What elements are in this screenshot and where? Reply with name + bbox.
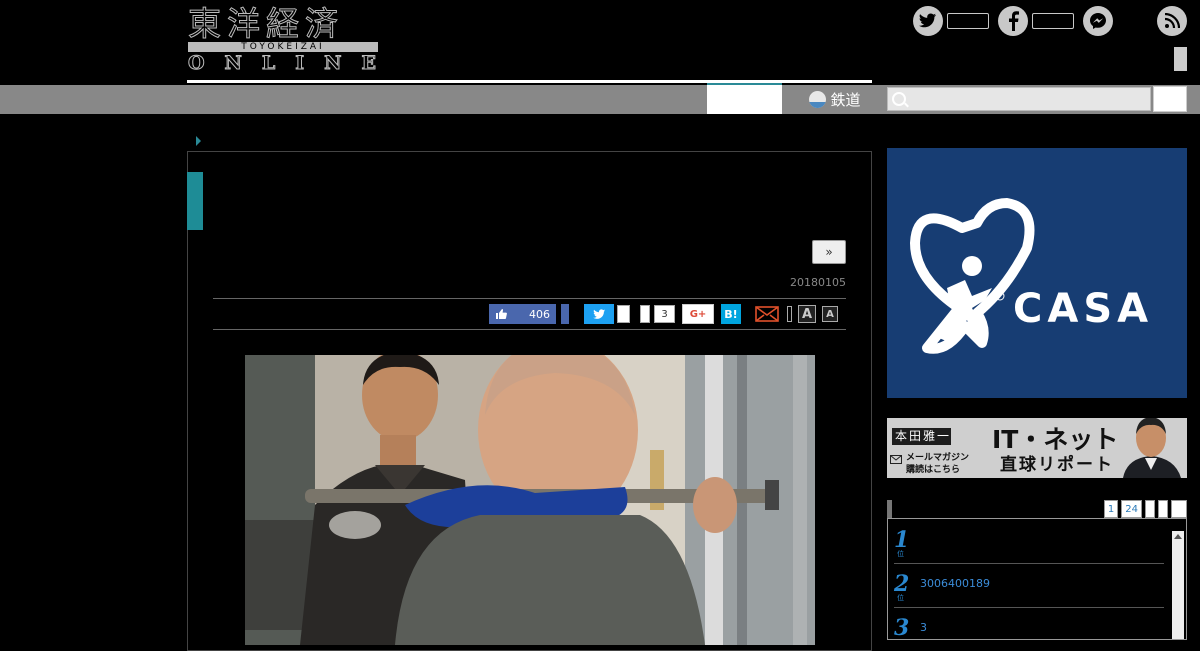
rank-number: 3 — [894, 615, 910, 641]
article-date: 20180105 — [790, 276, 846, 289]
ranking-tab-24[interactable]: 24 — [1121, 500, 1142, 518]
author-name: 本田雅一 — [892, 428, 951, 445]
menu-toggle[interactable] — [1174, 47, 1187, 71]
rank-number: 1 — [894, 527, 910, 553]
newsletter-sub-label: 購読はこちら — [906, 465, 961, 475]
site-logo[interactable]: 東洋経済 TOYOKEIZAI ONLINE — [188, 4, 397, 75]
line-share-count: 3 — [654, 305, 675, 323]
ranking-tab-1[interactable]: 1 — [1103, 500, 1119, 518]
line-share-button[interactable] — [640, 305, 650, 323]
ranking-item[interactable]: 1 位 — [894, 529, 1164, 564]
ranking-tab-4[interactable] — [1158, 500, 1168, 518]
rank-suffix: 位 — [897, 550, 904, 558]
ranking-item[interactable]: 2 位 3006400189 — [894, 573, 1164, 608]
ranking-list: 1 位 2 位 3006400189 3 3 — [887, 518, 1187, 640]
ranking-tab-3[interactable] — [1145, 500, 1155, 518]
logo-online: ONLINE — [188, 52, 397, 75]
facebook-count — [1032, 13, 1074, 29]
google-plus-share-button[interactable]: G+ — [682, 304, 714, 324]
rank-title: 3006400189 — [920, 577, 990, 590]
like-count: 406 — [529, 307, 550, 321]
thumbs-up-icon — [496, 309, 507, 319]
mail-share-button[interactable] — [755, 305, 779, 323]
logo-kanji: 東洋経済 — [188, 4, 344, 43]
facebook-icon[interactable] — [998, 6, 1028, 36]
nav-tab-railway[interactable]: 鉄道 — [783, 85, 887, 114]
column-subtitle: 直球リポート — [1000, 455, 1114, 475]
ranking-widget: 1 24 1 位 2 位 3006400189 3 3 — [887, 500, 1187, 640]
logo-romaji: TOYOKEIZAI — [188, 42, 378, 52]
rank-title: 3 — [920, 621, 927, 634]
ranking-scrollbar[interactable] — [1172, 531, 1184, 639]
mail-icon — [755, 306, 779, 322]
share-more-button[interactable] — [787, 306, 792, 322]
search-button[interactable] — [1153, 86, 1187, 112]
share-divider-top — [213, 298, 846, 299]
ranking-tab-5[interactable] — [1171, 500, 1187, 518]
casa-logo-icon — [910, 198, 1035, 354]
font-size-large-button[interactable]: A — [798, 305, 816, 323]
twitter-bird-icon — [592, 308, 605, 319]
ranking-accent — [887, 500, 892, 518]
casa-ad-banner[interactable]: CASA — [887, 148, 1187, 398]
twitter-share-button[interactable] — [584, 304, 614, 324]
messenger-icon[interactable] — [1083, 6, 1113, 36]
ranking-tabs: 1 24 — [1103, 500, 1187, 518]
twitter-share-count — [617, 305, 630, 323]
search-input[interactable] — [887, 87, 1151, 111]
article-photo — [245, 355, 815, 645]
breadcrumb-arrow-icon — [196, 136, 201, 146]
rank-number: 2 — [894, 571, 910, 597]
facebook-like-button[interactable]: 406 — [489, 304, 556, 324]
rss-icon[interactable] — [1157, 6, 1187, 36]
envelope-icon — [890, 455, 902, 464]
author-photo — [1123, 418, 1181, 478]
ranking-item[interactable]: 3 3 — [894, 617, 1164, 641]
share-divider-bottom — [213, 329, 846, 330]
rank-suffix: 位 — [897, 594, 904, 602]
nav-tab-active[interactable] — [707, 83, 782, 114]
twitter-icon[interactable] — [913, 6, 943, 36]
scroll-up-icon[interactable] — [1174, 534, 1182, 539]
search-icon — [892, 92, 906, 106]
newsletter-ad-banner[interactable]: 本田雅一 メールマガジン 購読はこちら IT・ネット 直球リポート — [887, 418, 1187, 478]
hatena-bookmark-button[interactable]: B! — [721, 304, 741, 324]
font-size-small-button[interactable]: A — [822, 306, 838, 322]
next-page-button[interactable]: » — [812, 240, 846, 264]
facebook-share-button[interactable] — [561, 304, 569, 324]
nav-tab-railway-label: 鉄道 — [830, 91, 861, 109]
twitter-count — [947, 13, 989, 29]
title-accent-bar — [187, 172, 203, 230]
train-icon — [809, 91, 827, 108]
casa-ad-label: CASA — [1013, 286, 1154, 332]
